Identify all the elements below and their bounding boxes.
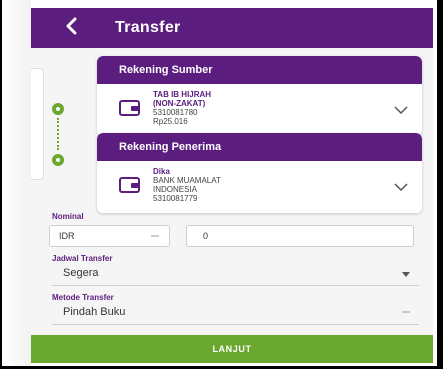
source-account-card[interactable]: Rekening Sumber TAB IB HIJRAH (NON-ZAKAT… (97, 56, 422, 136)
method-value: Pindah Buku (63, 306, 126, 318)
back-arrow-icon[interactable] (65, 17, 85, 39)
recipient-account-number: 5310081779 (153, 194, 198, 203)
source-account-number: 5310081780 (153, 108, 198, 117)
caret-down-icon (402, 272, 410, 277)
phone-screen: Transfer Rekening Sumber TAB IB HIJRAH (… (31, 8, 433, 363)
source-account-type: (NON-ZAKAT) (153, 99, 206, 108)
currency-value: IDR (59, 231, 75, 241)
connector-line (57, 118, 61, 150)
source-account-balance: Rp25.016 (153, 117, 188, 126)
caret-down-icon (151, 235, 159, 237)
schedule-select[interactable]: Segera (52, 263, 419, 286)
target-account-details: Dika BANK MUAMALAT INDONESIA 5310081779 (153, 167, 221, 203)
recipient-name: Dika (153, 167, 170, 176)
recipient-bank-line1: BANK MUAMALAT (153, 176, 221, 185)
method-select[interactable]: Pindah Buku (52, 302, 419, 325)
app-header: Transfer (31, 8, 433, 48)
lanjut-button[interactable]: LANJUT (31, 335, 433, 363)
method-label: Metode Transfer (52, 293, 114, 302)
target-account-card[interactable]: Rekening Penerima Dika BANK MUAMALAT IND… (97, 133, 422, 213)
right-border (437, 0, 443, 369)
page-title: Transfer (115, 19, 181, 36)
recipient-bank-line2: INDONESIA (153, 185, 198, 194)
schedule-label: Jadwal Transfer (52, 254, 113, 263)
target-account-title: Rekening Penerima (97, 133, 422, 161)
caret-down-icon (402, 311, 410, 313)
side-panel (31, 68, 44, 180)
source-account-name: TAB IB HIJRAH (153, 90, 212, 99)
amount-value: 0 (203, 231, 209, 241)
nominal-label: Nominal (52, 212, 84, 221)
source-account-details: TAB IB HIJRAH (NON-ZAKAT) 5310081780 Rp2… (153, 90, 211, 126)
source-account-title: Rekening Sumber (97, 56, 422, 84)
schedule-value: Segera (63, 267, 99, 279)
source-dot-icon (52, 103, 64, 115)
wallet-icon (119, 100, 140, 116)
amount-input[interactable]: 0 (186, 225, 414, 247)
target-dot-icon (52, 154, 64, 166)
chevron-down-icon[interactable] (394, 183, 408, 191)
wallet-icon (119, 177, 140, 193)
screenshot-frame: Transfer Rekening Sumber TAB IB HIJRAH (… (0, 0, 443, 369)
left-margin (2, 0, 31, 369)
currency-select[interactable]: IDR (49, 225, 170, 247)
chevron-down-icon[interactable] (394, 106, 408, 114)
